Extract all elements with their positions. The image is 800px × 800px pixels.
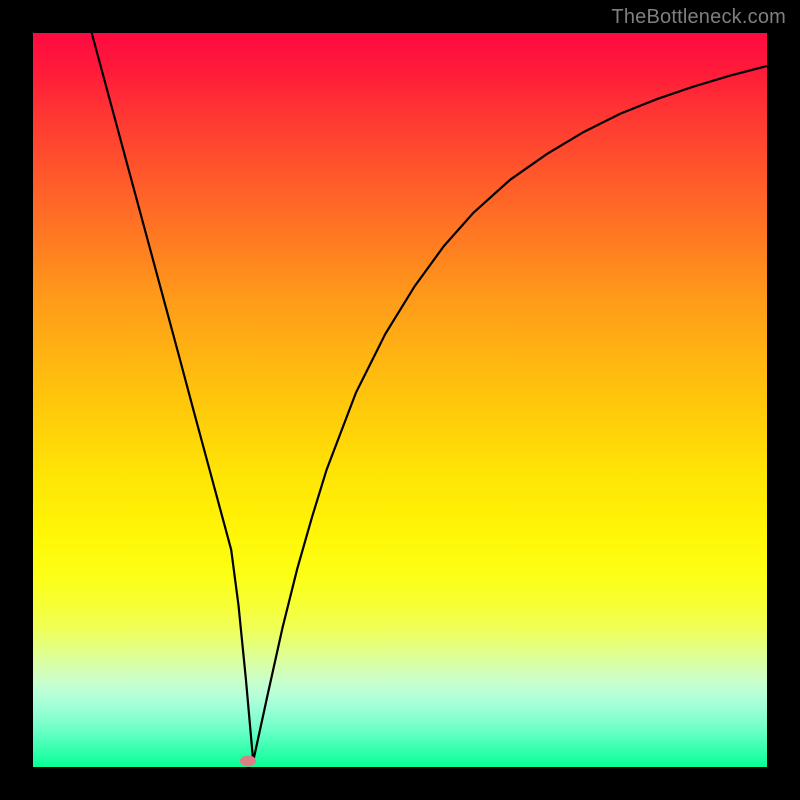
watermark-text: TheBottleneck.com <box>611 6 786 29</box>
bottleneck-curve <box>33 33 767 767</box>
optimal-point-marker <box>240 756 256 767</box>
chart-plot-area <box>33 33 767 767</box>
